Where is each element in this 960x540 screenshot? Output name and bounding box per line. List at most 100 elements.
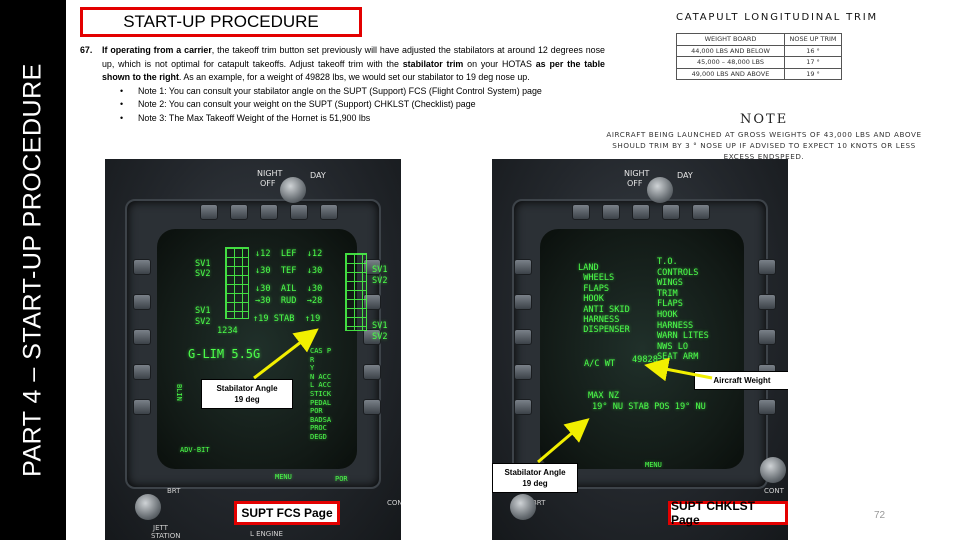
osb-top-5[interactable] [320,204,338,220]
to-item: NWS LO [657,341,689,352]
osb-left-5[interactable] [514,399,532,415]
to-item: WINGS [657,278,683,289]
knob-night-label: NIGHT [624,169,650,178]
fcs-row-lef: ↓12 LEF ↓12 [255,249,323,259]
section-title: START-UP PROCEDURE [123,12,319,31]
osb-right-5[interactable] [758,399,776,415]
osb-left-5[interactable] [133,399,151,415]
fcs-page-label: SUPT FCS Page [234,501,340,525]
osb-left-3[interactable] [514,329,532,345]
section-title-box: START-UP PROCEDURE [80,7,362,37]
knob-day-label: DAY [310,171,326,180]
cont-label: CONT [764,487,784,495]
table-header: NOSE UP TRIM [784,33,842,46]
fcs-sv-label: SV2 [372,332,388,342]
stab-angle-callout: Stabilator Angle 19 deg [492,463,578,493]
osb-right-4[interactable] [363,364,381,380]
osb-right-5[interactable] [363,399,381,415]
fcs-side-list: CAS P R Y N ACC L ACC STICK PEDAL POR BA… [310,347,331,442]
fcs-sv-label: SV1 [372,265,388,275]
knob-day-label: DAY [677,171,693,180]
chklst-page-label: SUPT CHKLST Page [668,499,788,527]
osb-left-4[interactable] [133,364,151,380]
to-header: T.O. [657,257,678,267]
note-item: Note 2: You can consult your weight on t… [120,98,605,112]
jett-label: JETT [153,524,168,532]
table-row: 44,000 LBS AND BELOW 16 ° [676,44,842,57]
osb-left-1[interactable] [133,259,151,275]
fcs-sv-label: SV2 [372,276,388,286]
fcs-menu[interactable]: MENU [275,473,292,481]
osb-top-3[interactable] [632,204,650,220]
callout-title: Stabilator Angle [504,468,566,477]
ac-wt-label: A/C WT [584,359,616,369]
chklst-page-label-text: SUPT CHKLST Page [671,499,755,527]
osb-top-2[interactable] [230,204,248,220]
callout-value: 19 deg [234,395,260,404]
fcs-blin: BLIN [175,384,183,401]
brt-knob[interactable] [510,494,536,520]
fcs-adv-bit[interactable]: ADV-BIT [180,446,210,454]
fcs-side-item: Y [310,364,315,373]
step-lead: If operating from a carrier [102,45,212,55]
chklst-mfd-screenshot: NIGHT OFF DAY LAND WHEELS FLAPS HOOK ANT… [492,159,788,540]
to-item: TRIM [657,288,678,299]
to-list: T.O. CONTROLS WINGS TRIM FLAPS HOOK HARN… [657,257,709,363]
osb-right-3[interactable] [758,329,776,345]
fcs-page-label-text: SUPT FCS Page [241,506,333,520]
osb-right-1[interactable] [758,259,776,275]
land-list: LAND WHEELS FLAPS HOOK ANTI SKID HARNESS… [578,263,630,336]
fcs-row-ail: ↓30 AIL ↓30 [255,284,323,294]
fcs-side-item: DEGD [310,432,327,441]
land-item: DISPENSER [583,325,630,336]
table-cell: 19 ° [784,67,842,80]
osb-top-5[interactable] [692,204,710,220]
callout-title: Aircraft Weight [713,376,771,385]
fcs-side-item: STICK [310,389,332,398]
osb-top-2[interactable] [602,204,620,220]
knob-off-label: OFF [627,179,643,188]
osb-top-1[interactable] [572,204,590,220]
fcs-mfd-screenshot: NIGHT OFF DAY SV1 SV2 SV1 SV2 SV1 SV2 SV… [105,159,401,540]
osb-top-3[interactable] [260,204,278,220]
to-item: HARNESS [657,320,694,331]
fcs-channel-grid [345,253,367,331]
page-number: 72 [874,510,886,521]
step-body: If operating from a carrier, the takeoff… [102,44,605,85]
fcs-sv-label: SV1 [195,306,211,316]
knob-off-label: OFF [260,179,276,188]
osb-left-4[interactable] [514,364,532,380]
sidebar: PART 4 – START-UP PROCEDURE [0,0,66,540]
to-item: WARN LITES [657,331,709,342]
osb-top-4[interactable] [662,204,680,220]
osb-left-2[interactable] [133,294,151,310]
station-label: STATION [151,532,181,540]
land-item: HOOK [583,294,604,305]
step-67: 67. If operating from a carrier, the tak… [80,44,605,126]
l-engine-label: L ENGINE [250,530,283,538]
stab-pos: 19° NU STAB POS 19° NU [592,402,706,412]
osb-top-1[interactable] [200,204,218,220]
osb-left-1[interactable] [514,259,532,275]
fcs-por[interactable]: POR [335,475,348,483]
osb-left-3[interactable] [133,329,151,345]
night-day-knob[interactable] [647,177,673,203]
osb-top-4[interactable] [290,204,308,220]
table-cell: 45,000 – 48,000 LBS [676,56,785,69]
table-cell: 49,000 LBS AND ABOVE [676,67,785,80]
brt-label: BRT [167,487,181,495]
osb-left-2[interactable] [514,294,532,310]
fcs-channels: 1234 [217,326,238,336]
chklst-menu[interactable]: MENU [645,461,662,469]
table-cell: 44,000 LBS AND BELOW [676,44,785,57]
step-bold-2: stabilator trim [402,58,464,69]
brt-knob[interactable] [135,494,161,520]
step-text-3: . As an example, for a weight of 49828 l… [178,72,530,83]
fcs-sv-label: SV1 [195,259,211,269]
night-day-knob[interactable] [280,177,306,203]
cont-knob[interactable] [760,457,786,483]
stab-angle-callout: Stabilator Angle 19 deg [201,379,293,409]
fcs-side-item: PROC [310,424,327,433]
fcs-side-item: POR [310,407,323,416]
osb-right-2[interactable] [758,294,776,310]
